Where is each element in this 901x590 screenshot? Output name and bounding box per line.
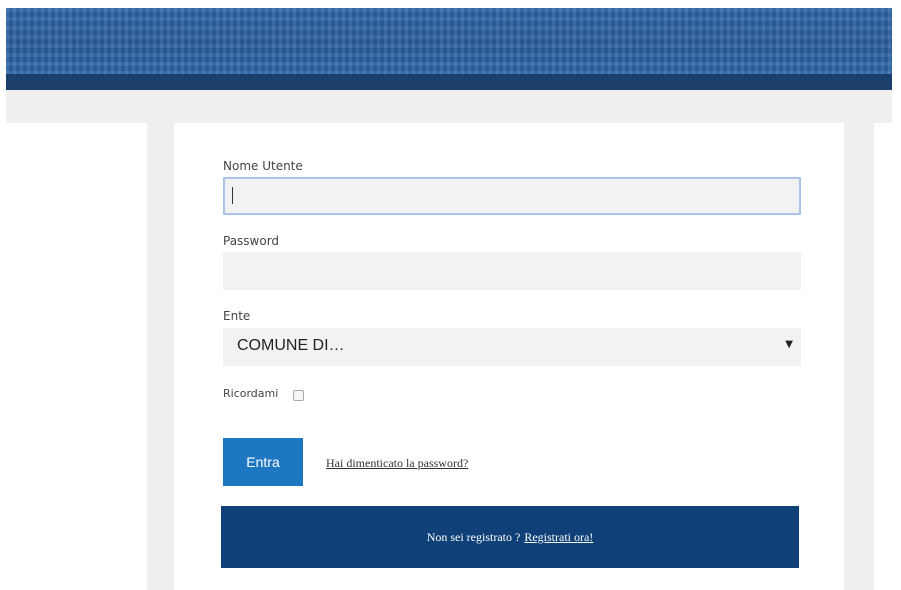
ente-select[interactable]: COMUNE DI… ▼ (223, 328, 801, 366)
register-link[interactable]: Registrati ora! (524, 530, 593, 545)
ente-label: Ente (223, 309, 251, 323)
forgot-password-link[interactable]: Hai dimenticato la password? (326, 456, 468, 471)
left-gutter (147, 123, 174, 590)
username-label: Nome Utente (223, 159, 303, 173)
username-input[interactable] (223, 177, 801, 215)
right-gutter (844, 123, 874, 590)
ente-selected-value: COMUNE DI… (237, 337, 345, 354)
top-gray-strip (6, 90, 892, 123)
password-label: Password (223, 234, 280, 248)
register-prompt: Non sei registrato ? (426, 529, 521, 544)
login-button[interactable]: Entra (223, 438, 303, 486)
left-blank-area (6, 123, 147, 590)
right-blank-area (874, 123, 892, 590)
register-bar: Non sei registrato ? Registrati ora! (221, 506, 799, 568)
caret-down-icon: ▼ (785, 339, 793, 350)
password-input[interactable] (223, 252, 801, 290)
remember-checkbox[interactable] (293, 390, 304, 401)
text-caret (232, 187, 233, 204)
remember-label: Ricordami (223, 387, 279, 400)
header-band (6, 74, 892, 90)
header-banner (6, 8, 892, 74)
